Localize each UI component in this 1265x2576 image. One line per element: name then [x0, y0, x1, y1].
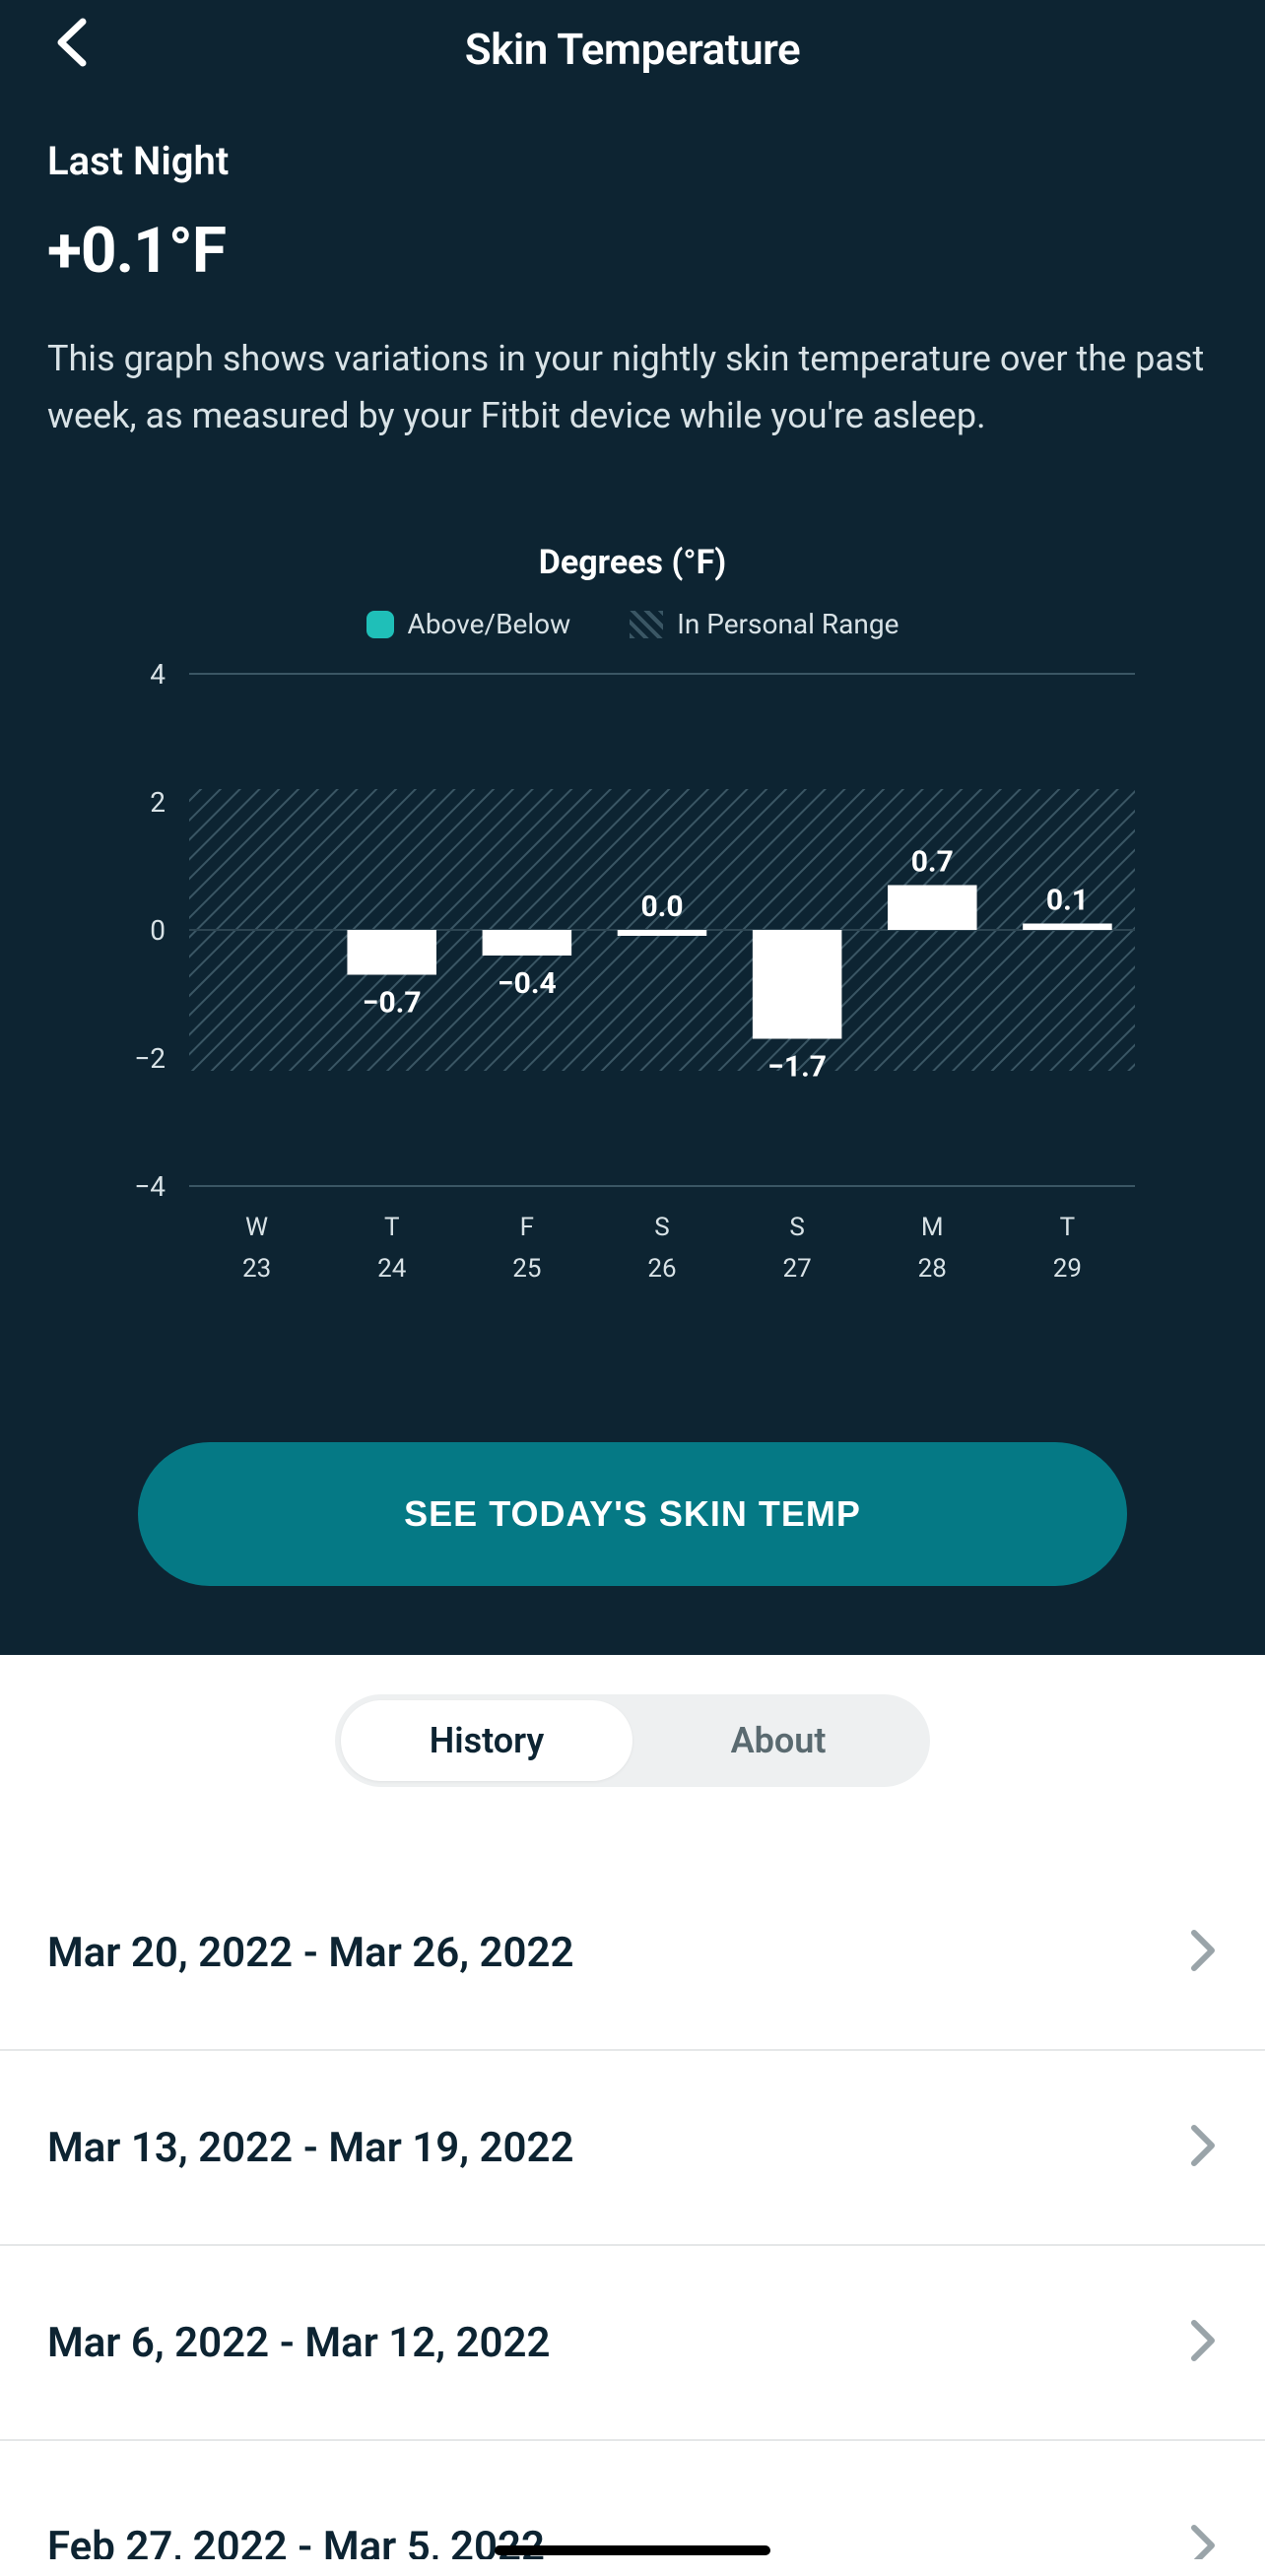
svg-text:−1.7: −1.7 — [767, 1050, 827, 1085]
cta-label: SEE TODAY'S SKIN TEMP — [404, 1493, 861, 1535]
svg-text:M: M — [921, 1213, 944, 1242]
swatch-range-icon — [630, 611, 663, 638]
svg-text:T: T — [384, 1213, 400, 1242]
tab-about-label: About — [731, 1720, 827, 1761]
svg-text:28: 28 — [918, 1254, 947, 1284]
history-row[interactable]: Mar 20, 2022 - Mar 26, 2022 — [0, 1856, 1265, 2051]
svg-text:27: 27 — [783, 1254, 812, 1284]
svg-text:26: 26 — [647, 1254, 676, 1284]
history-row[interactable]: Mar 6, 2022 - Mar 12, 2022 — [0, 2246, 1265, 2441]
see-today-button[interactable]: SEE TODAY'S SKIN TEMP — [138, 1442, 1127, 1586]
legend-range-label: In Personal Range — [677, 608, 899, 640]
tabs: History About — [335, 1694, 930, 1787]
history-label: Mar 13, 2022 - Mar 19, 2022 — [47, 2124, 574, 2172]
history-label: Mar 6, 2022 - Mar 12, 2022 — [47, 2319, 551, 2367]
chart-legend: Above/Below In Personal Range — [47, 608, 1218, 640]
tab-history-label: History — [430, 1720, 545, 1761]
svg-text:0.7: 0.7 — [911, 845, 954, 880]
history-list: Mar 20, 2022 - Mar 26, 2022 Mar 13, 2022… — [0, 1856, 1265, 2559]
svg-text:W: W — [245, 1213, 268, 1242]
page-title: Skin Temperature — [465, 24, 800, 75]
legend-in-range: In Personal Range — [630, 608, 899, 640]
tab-history[interactable]: History — [341, 1700, 632, 1781]
svg-text:29: 29 — [1053, 1254, 1082, 1284]
svg-text:S: S — [654, 1213, 669, 1242]
chevron-right-icon — [1190, 1929, 1218, 1976]
svg-text:25: 25 — [512, 1254, 541, 1284]
svg-text:F: F — [520, 1213, 534, 1242]
svg-text:−0.7: −0.7 — [363, 986, 422, 1021]
legend-above-label: Above/Below — [408, 608, 571, 640]
header: Skin Temperature — [0, 0, 1265, 99]
svg-text:24: 24 — [377, 1254, 407, 1284]
svg-text:0.0: 0.0 — [640, 890, 683, 924]
svg-text:0: 0 — [150, 914, 166, 947]
chevron-right-icon — [1190, 2124, 1218, 2171]
history-row[interactable]: Mar 13, 2022 - Mar 19, 2022 — [0, 2051, 1265, 2246]
svg-text:S: S — [789, 1213, 804, 1242]
back-icon[interactable] — [49, 18, 99, 71]
swatch-above-icon — [366, 611, 394, 638]
history-label: Mar 20, 2022 - Mar 26, 2022 — [47, 1929, 574, 1977]
last-night-label: Last Night — [47, 138, 1218, 184]
svg-text:23: 23 — [242, 1254, 271, 1284]
chevron-right-icon — [1190, 2319, 1218, 2366]
chart-description: This graph shows variations in your nigh… — [47, 331, 1218, 444]
tab-about[interactable]: About — [632, 1700, 924, 1781]
svg-text:4: 4 — [150, 664, 166, 691]
delta-value: +0.1°F — [47, 214, 1218, 288]
skin-temp-chart[interactable]: 4 2 0 −2 −4 W 23 −0.7 T 24 −0.4 F 25 0.0 S 26 −1.7 S 27 0.7… — [91, 664, 1174, 1294]
history-row[interactable]: Feb 27, 2022 - Mar 5, 2022 — [0, 2441, 1265, 2559]
svg-text:−2: −2 — [134, 1042, 166, 1075]
svg-text:T: T — [1060, 1213, 1076, 1242]
svg-text:2: 2 — [150, 786, 166, 819]
legend-above-below: Above/Below — [366, 608, 571, 640]
chart-area: Degrees (°F) Above/Below In Personal Ran… — [0, 543, 1265, 1294]
svg-text:0.1: 0.1 — [1046, 884, 1089, 918]
chevron-right-icon — [1190, 2524, 1218, 2559]
history-label: Feb 27, 2022 - Mar 5, 2022 — [47, 2523, 545, 2559]
svg-text:−4: −4 — [134, 1170, 166, 1203]
chart-title: Degrees (°F) — [47, 543, 1218, 582]
home-indicator — [495, 2545, 770, 2555]
svg-text:−0.4: −0.4 — [498, 966, 557, 1001]
